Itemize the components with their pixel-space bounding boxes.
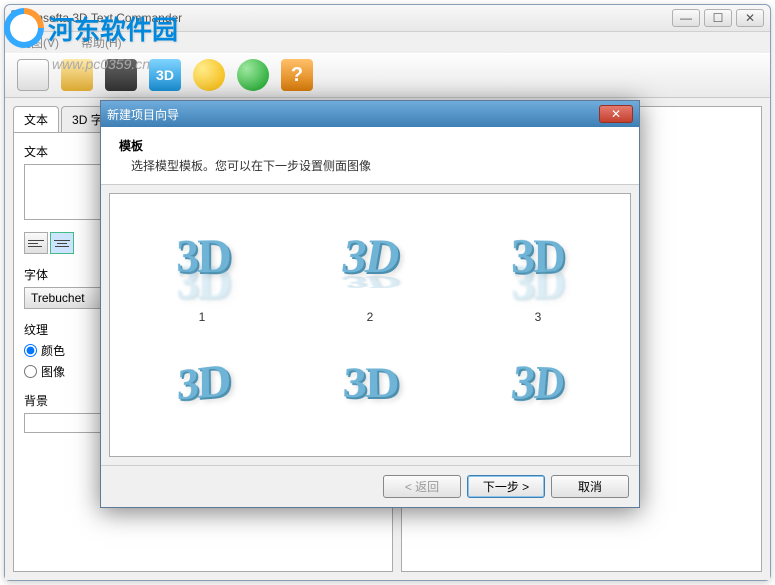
align-left-button[interactable] [24, 232, 48, 254]
template-item-4[interactable]: 3D [118, 328, 286, 436]
help-button[interactable]: ? [277, 55, 317, 95]
template-list[interactable]: 3D3D 1 3D3D 2 3D3D 3 3D 3D 3D [109, 193, 631, 457]
cancel-button[interactable]: 取消 [551, 475, 629, 498]
help-icon: ? [281, 59, 313, 91]
dialog-header-subtitle: 选择模型模板。您可以在下一步设置侧面图像 [131, 157, 621, 174]
dialog-titlebar: 新建项目向导 ✕ [101, 101, 639, 127]
new-icon [17, 59, 49, 91]
template-item-6[interactable]: 3D [454, 328, 622, 436]
texture-image-radio[interactable] [24, 365, 37, 378]
save-button[interactable] [101, 55, 141, 95]
titlebar: 3D Insofta 3D Text Commander — ☐ ✕ [5, 5, 770, 32]
align-center-button[interactable] [50, 232, 74, 254]
template-label: 3 [535, 310, 542, 324]
window-title: Insofta 3D Text Commander [33, 11, 672, 25]
dialog-footer: < 返回 下一步 > 取消 [101, 465, 639, 507]
maximize-button[interactable]: ☐ [704, 9, 732, 27]
template-thumb-icon: 3D [510, 354, 564, 411]
template-item-1[interactable]: 3D3D 1 [118, 202, 286, 328]
minimize-button[interactable]: — [672, 9, 700, 27]
template-thumb-icon: 3D [176, 353, 230, 411]
template-label: 2 [367, 310, 374, 324]
3d-icon: 3D [149, 59, 181, 91]
dialog-title: 新建项目向导 [107, 106, 599, 123]
dialog-close-button[interactable]: ✕ [599, 105, 633, 123]
texture-color-radio[interactable] [24, 344, 37, 357]
palette-button[interactable] [189, 55, 229, 95]
dialog-header: 模板 选择模型模板。您可以在下一步设置侧面图像 [101, 127, 639, 185]
next-button[interactable]: 下一步 > [467, 475, 545, 498]
template-item-3[interactable]: 3D3D 3 [454, 202, 622, 328]
new-project-wizard-dialog: 新建项目向导 ✕ 模板 选择模型模板。您可以在下一步设置侧面图像 3D3D 1 … [100, 100, 640, 508]
dialog-body: 3D3D 1 3D3D 2 3D3D 3 3D 3D 3D [101, 185, 639, 465]
template-thumb-icon: 3D [341, 358, 399, 408]
globe-icon [237, 59, 269, 91]
template-item-2[interactable]: 3D3D 2 [286, 202, 454, 328]
open-button[interactable] [57, 55, 97, 95]
app-icon: 3D [11, 10, 27, 26]
3d-button[interactable]: 3D [145, 55, 185, 95]
texture-color-label: 颜色 [41, 342, 65, 359]
folder-icon [61, 59, 93, 91]
close-button[interactable]: ✕ [736, 9, 764, 27]
template-item-5[interactable]: 3D [286, 328, 454, 436]
template-label: 1 [199, 310, 206, 324]
menu-view[interactable]: 视图(V) [13, 32, 65, 53]
toolbar: 3D ? [5, 53, 770, 98]
tab-text[interactable]: 文本 [13, 106, 59, 132]
web-button[interactable] [233, 55, 273, 95]
menubar: 视图(V) 帮助(H) [5, 32, 770, 53]
palette-icon [193, 59, 225, 91]
dialog-header-title: 模板 [119, 137, 621, 154]
new-button[interactable] [13, 55, 53, 95]
texture-image-label: 图像 [41, 363, 65, 380]
save-icon [105, 59, 137, 91]
back-button: < 返回 [383, 475, 461, 498]
menu-help[interactable]: 帮助(H) [75, 32, 128, 53]
